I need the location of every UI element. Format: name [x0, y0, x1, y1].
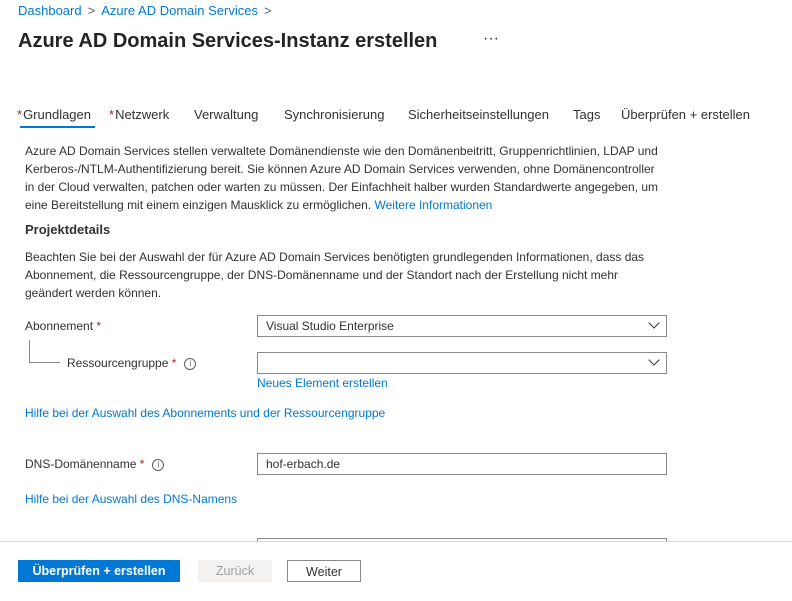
breadcrumb-dashboard[interactable]: Dashboard [18, 3, 82, 18]
active-tab-indicator [20, 126, 95, 128]
resource-group-dropdown[interactable] [257, 352, 667, 374]
tab-tags[interactable]: Tags [573, 107, 600, 122]
chevron-right-icon: > [263, 3, 272, 18]
intro-text: Azure AD Domain Services stellen verwalt… [25, 144, 659, 212]
tab-synchronisierung[interactable]: Synchronisierung [284, 107, 384, 122]
chevron-down-icon [648, 354, 660, 366]
chevron-right-icon: > [87, 3, 96, 18]
info-icon[interactable]: i [152, 458, 165, 471]
tab-review[interactable]: Überprüfen + erstellen [621, 107, 750, 122]
resource-group-label: Ressourcengruppe * i [67, 356, 197, 370]
breadcrumb: Dashboard > Azure AD Domain Services > [18, 3, 278, 18]
more-icon[interactable]: ··· [483, 30, 499, 48]
page-title: Azure AD Domain Services-Instanz erstell… [18, 30, 438, 52]
next-button[interactable]: Weiter [287, 560, 361, 582]
subscription-dropdown[interactable]: Visual Studio Enterprise [257, 315, 667, 337]
help-dns-link[interactable]: Hilfe bei der Auswahl des DNS-Namens [25, 492, 237, 506]
review-create-button[interactable]: Überprüfen + erstellen [18, 560, 180, 582]
create-new-link[interactable]: Neues Element erstellen [257, 376, 388, 390]
tree-connector [29, 340, 60, 363]
tab-netzwerk[interactable]: *Netzwerk [109, 107, 169, 122]
section-heading: Projektdetails [25, 222, 111, 237]
tab-verwaltung[interactable]: Verwaltung [194, 107, 258, 122]
tab-sicherheitseinstellungen[interactable]: Sicherheitseinstellungen [408, 107, 549, 122]
breadcrumb-aadds[interactable]: Azure AD Domain Services [101, 3, 258, 18]
tab-grundlagen[interactable]: *Grundlagen [17, 107, 91, 122]
dns-label: DNS-Domänenname * i [25, 457, 165, 471]
back-button[interactable]: Zurück [198, 560, 272, 582]
project-text: Beachten Sie bei der Auswahl der für Azu… [25, 250, 645, 300]
help-subscription-link[interactable]: Hilfe bei der Auswahl des Abonnements un… [25, 406, 385, 420]
more-info-link[interactable]: Weitere Informationen [375, 198, 493, 212]
chevron-down-icon [648, 317, 660, 329]
subscription-label: Abonnement * [25, 319, 102, 333]
info-icon[interactable]: i [184, 357, 197, 370]
dns-input[interactable]: hof-erbach.de [257, 453, 667, 475]
